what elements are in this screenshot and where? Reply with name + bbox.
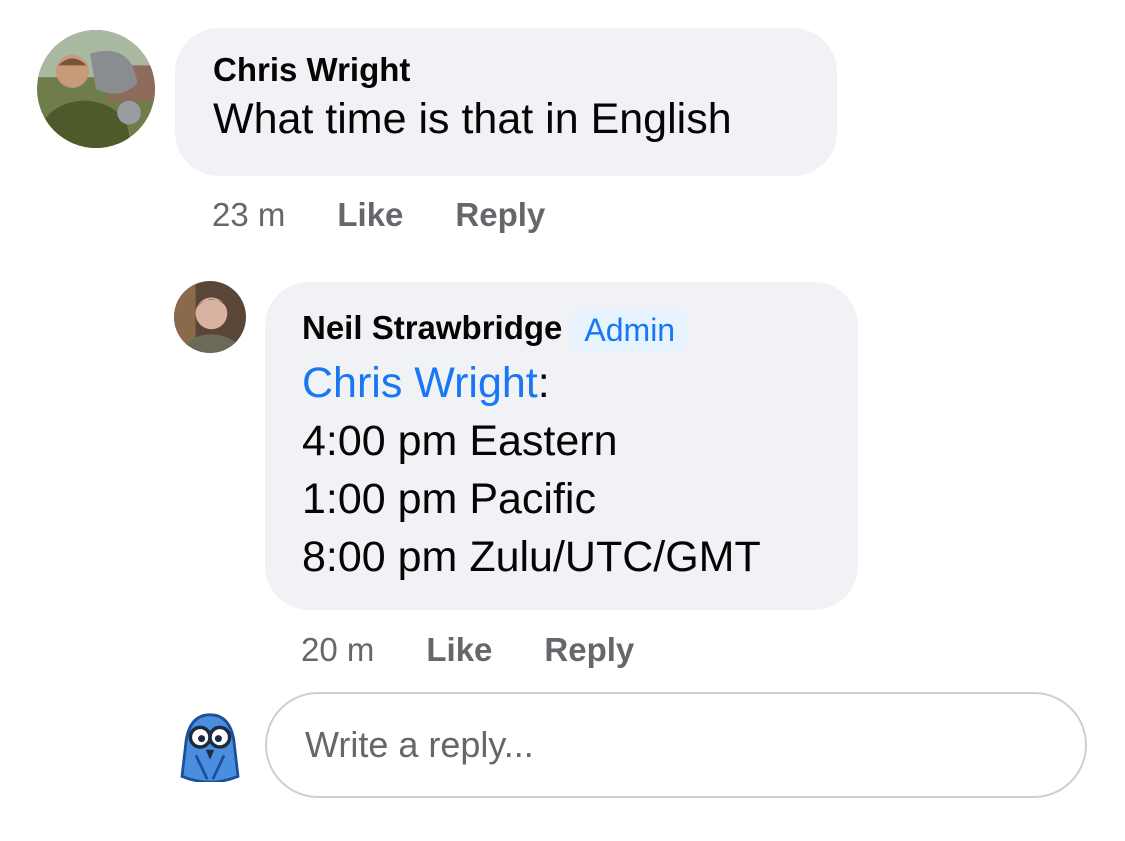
like-button[interactable]: Like: [426, 631, 492, 669]
profile-photo-icon: [37, 30, 155, 148]
text-line: 4:00 pm Eastern: [302, 417, 618, 465]
current-user-avatar[interactable]: [175, 712, 245, 782]
comment-bubble: Neil Strawbridge Admin Chris Wright: 4:00…: [265, 282, 858, 610]
comment-author[interactable]: Chris Wright: [213, 50, 799, 90]
comment-bubble: Chris Wright What time is that in Englis…: [175, 28, 837, 176]
reply-input[interactable]: [303, 723, 1085, 767]
reply-button[interactable]: Reply: [455, 196, 545, 234]
admin-badge: Admin: [572, 308, 688, 352]
owl-mascot-icon: [180, 713, 240, 782]
mention-suffix: :: [537, 359, 550, 407]
comment-author[interactable]: Neil Strawbridge: [302, 309, 562, 346]
comment-timestamp[interactable]: 23 m: [212, 196, 285, 234]
comment-author-row: Neil Strawbridge Admin: [302, 308, 821, 352]
comment-actions: 20 m Like Reply: [301, 630, 634, 670]
profile-photo-icon: [174, 281, 246, 353]
avatar-neil-strawbridge[interactable]: [174, 281, 246, 353]
like-button[interactable]: Like: [337, 196, 403, 234]
comment-timestamp[interactable]: 20 m: [301, 631, 374, 669]
mention-line: Chris Wright:: [302, 354, 821, 412]
reply-input-container[interactable]: [265, 692, 1087, 798]
comment-text: Chris Wright: 4:00 pm Eastern 1:00 pm Pa…: [302, 354, 821, 586]
text-line: 8:00 pm Zulu/UTC/GMT: [302, 533, 761, 581]
comment-text: What time is that in English: [213, 95, 732, 143]
comment-actions: 23 m Like Reply: [212, 195, 545, 235]
reply-button[interactable]: Reply: [544, 631, 634, 669]
avatar-chris-wright[interactable]: [37, 30, 155, 148]
text-line: 1:00 pm Pacific: [302, 475, 596, 523]
mention-link[interactable]: Chris Wright: [302, 359, 538, 407]
